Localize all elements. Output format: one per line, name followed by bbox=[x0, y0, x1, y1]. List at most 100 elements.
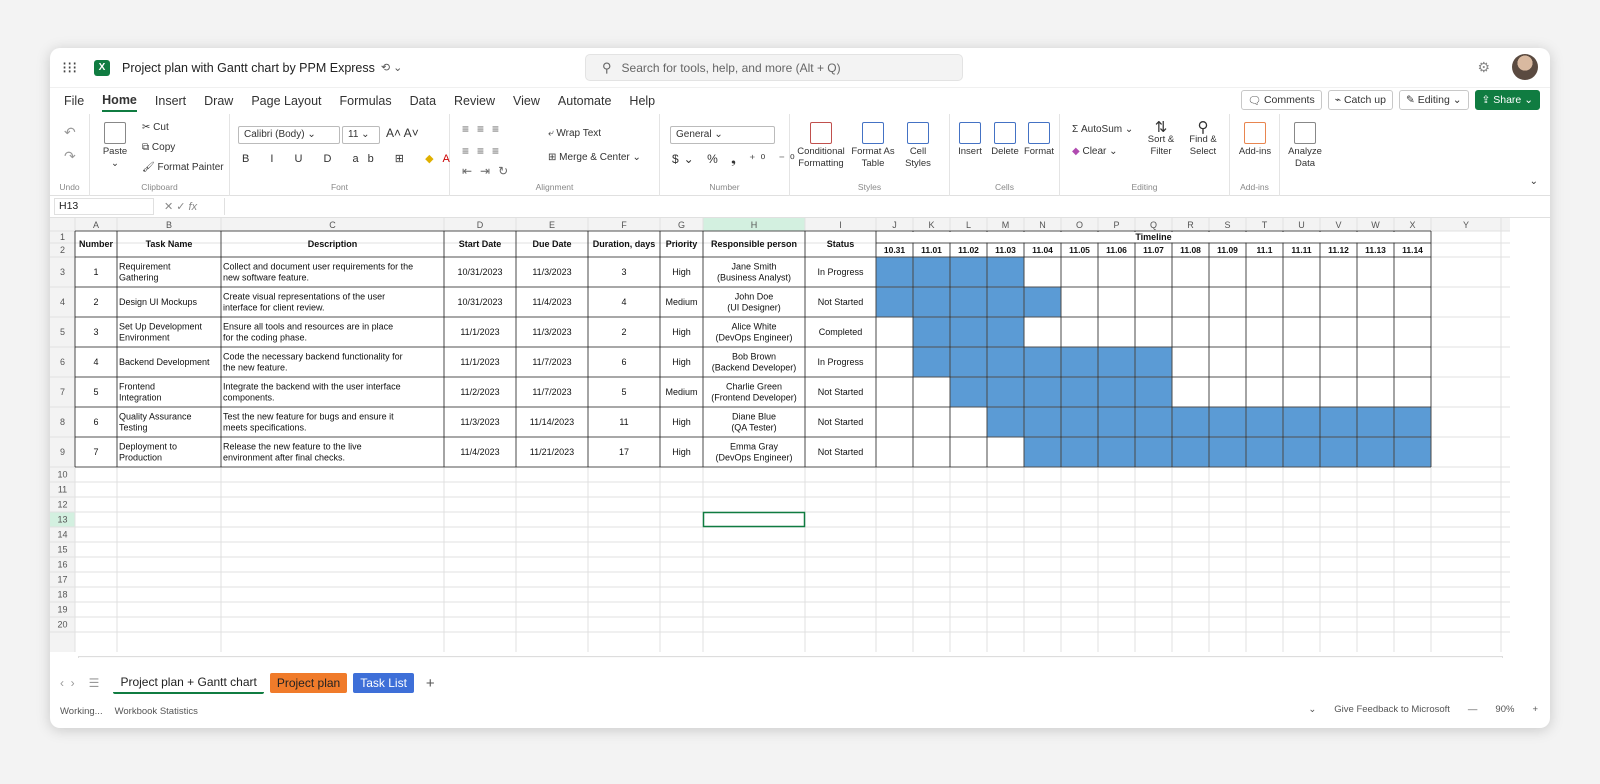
gantt-bar-cell[interactable] bbox=[950, 347, 987, 377]
gantt-bar-cell[interactable] bbox=[1320, 407, 1357, 437]
gantt-bar-cell[interactable] bbox=[876, 257, 913, 287]
analyze-data-button[interactable]: Analyze Data bbox=[1284, 122, 1326, 170]
gantt-bar-cell[interactable] bbox=[950, 287, 987, 317]
gantt-bar-cell[interactable] bbox=[1098, 347, 1135, 377]
sort-filter-button[interactable]: ⇅ Sort & Filter bbox=[1142, 120, 1180, 158]
font-size-select[interactable]: 11 ⌄ bbox=[342, 126, 380, 144]
gantt-bar-cell[interactable] bbox=[913, 317, 950, 347]
fx-icon[interactable]: ✕ ✓ fx bbox=[164, 200, 224, 213]
all-sheets-icon[interactable]: ☰ bbox=[89, 676, 100, 690]
gantt-bar-cell[interactable] bbox=[1024, 377, 1061, 407]
clear-button[interactable]: ◆ Clear ⌄ bbox=[1072, 146, 1118, 157]
gantt-bar-cell[interactable] bbox=[1024, 287, 1061, 317]
active-cell[interactable] bbox=[702, 511, 806, 528]
number-format-select[interactable]: General ⌄ bbox=[670, 126, 775, 144]
status-chevron-icon[interactable]: ⌄ bbox=[1308, 704, 1316, 715]
tab-project-plan[interactable]: Project plan bbox=[269, 673, 348, 693]
find-select-button[interactable]: ⚲ Find & Select bbox=[1182, 120, 1224, 158]
gantt-bar-cell[interactable] bbox=[1098, 407, 1135, 437]
font-name-select[interactable]: Calibri (Body) ⌄ bbox=[238, 126, 340, 144]
menu-home[interactable]: Home bbox=[102, 90, 137, 112]
undo-icon[interactable]: ↶ bbox=[64, 124, 76, 141]
editing-mode-button[interactable]: ✎ Editing ⌄ bbox=[1398, 90, 1469, 110]
gantt-bar-cell[interactable] bbox=[1283, 437, 1320, 467]
copy-button[interactable]: ⧉ Copy bbox=[142, 142, 175, 153]
share-button[interactable]: ⇪ Share ⌄ bbox=[1474, 90, 1540, 110]
menu-draw[interactable]: Draw bbox=[204, 91, 233, 111]
gantt-bar-cell[interactable] bbox=[1209, 437, 1246, 467]
format-as-table-button[interactable]: Format As Table bbox=[850, 122, 896, 170]
zoom-out-icon[interactable]: — bbox=[1468, 704, 1478, 715]
gantt-bar-cell[interactable] bbox=[913, 347, 950, 377]
gantt-bar-cell[interactable] bbox=[913, 257, 950, 287]
insert-cells-button[interactable]: Insert bbox=[954, 122, 986, 158]
menu-file[interactable]: File bbox=[64, 91, 84, 111]
menu-review[interactable]: Review bbox=[454, 91, 495, 111]
gantt-bar-cell[interactable] bbox=[1394, 407, 1431, 437]
horizontal-align-icons[interactable]: ≡≡≡ bbox=[462, 144, 507, 158]
gantt-bar-cell[interactable] bbox=[987, 317, 1024, 347]
redo-icon[interactable]: ↷ bbox=[64, 148, 76, 165]
gantt-bar-cell[interactable] bbox=[1098, 437, 1135, 467]
menu-view[interactable]: View bbox=[513, 91, 540, 111]
conditional-formatting-button[interactable]: Conditional Formatting bbox=[794, 122, 848, 170]
delete-cells-button[interactable]: Delete bbox=[988, 122, 1022, 158]
document-title[interactable]: Project plan with Gantt chart by PPM Exp… bbox=[122, 61, 375, 75]
comments-button[interactable]: 🗨 Comments bbox=[1240, 90, 1322, 110]
gantt-bar-cell[interactable] bbox=[1135, 377, 1172, 407]
sheet-nav-arrows[interactable]: ‹ › bbox=[60, 676, 75, 690]
wrap-text-button[interactable]: ⤶ Wrap Text bbox=[548, 128, 601, 139]
app-launcher-icon[interactable]: ⁝⁝⁝ bbox=[62, 58, 80, 78]
format-painter-button[interactable]: 🖌 Format Painter bbox=[142, 162, 224, 173]
addins-button[interactable]: Add-ins bbox=[1234, 122, 1276, 158]
gantt-bar-cell[interactable] bbox=[1357, 437, 1394, 467]
gantt-bar-cell[interactable] bbox=[1209, 407, 1246, 437]
gantt-bar-cell[interactable] bbox=[1246, 437, 1283, 467]
format-cells-button[interactable]: Format bbox=[1022, 122, 1056, 158]
vertical-align-icons[interactable]: ≡≡≡ bbox=[462, 122, 507, 136]
feedback-link[interactable]: Give Feedback to Microsoft bbox=[1334, 704, 1450, 715]
gantt-bar-cell[interactable] bbox=[876, 287, 913, 317]
tab-task-list[interactable]: Task List bbox=[353, 673, 414, 693]
autosum-button[interactable]: Σ AutoSum ⌄ bbox=[1072, 124, 1133, 135]
gantt-bar-cell[interactable] bbox=[1320, 437, 1357, 467]
menu-insert[interactable]: Insert bbox=[155, 91, 186, 111]
gantt-bar-cell[interactable] bbox=[1394, 437, 1431, 467]
gantt-bar-cell[interactable] bbox=[1357, 407, 1394, 437]
autosave-icon[interactable]: ⟲ ⌄ bbox=[381, 61, 403, 74]
gantt-bar-cell[interactable] bbox=[987, 407, 1024, 437]
menu-help[interactable]: Help bbox=[629, 91, 655, 111]
menu-data[interactable]: Data bbox=[410, 91, 436, 111]
gantt-bar-cell[interactable] bbox=[987, 287, 1024, 317]
cell-styles-button[interactable]: Cell Styles bbox=[898, 122, 938, 170]
avatar[interactable] bbox=[1512, 54, 1538, 80]
worksheet[interactable]: ABCDEFGHIJKLMNOPQRSTUVWXYZ12345678910111… bbox=[50, 218, 1550, 658]
number-format-icons[interactable]: $⌄ % ❟ ⁺⁰ ⁻⁰ bbox=[672, 152, 800, 167]
gantt-bar-cell[interactable] bbox=[1135, 347, 1172, 377]
gantt-bar-cell[interactable] bbox=[1172, 407, 1209, 437]
cut-button[interactable]: ✂ Cut bbox=[142, 122, 169, 133]
gantt-bar-cell[interactable] bbox=[1135, 437, 1172, 467]
gantt-bar-cell[interactable] bbox=[987, 257, 1024, 287]
gantt-bar-cell[interactable] bbox=[950, 377, 987, 407]
paste-button[interactable]: Paste ⌄ bbox=[98, 122, 132, 170]
gantt-bar-cell[interactable] bbox=[1024, 407, 1061, 437]
workbook-statistics[interactable]: Workbook Statistics bbox=[115, 706, 198, 717]
ribbon-expand-icon[interactable]: ⌄ bbox=[1530, 176, 1538, 187]
menu-automate[interactable]: Automate bbox=[558, 91, 612, 111]
gantt-bar-cell[interactable] bbox=[987, 377, 1024, 407]
catch-up-button[interactable]: ⌁ Catch up bbox=[1327, 90, 1393, 110]
gantt-bar-cell[interactable] bbox=[1061, 347, 1098, 377]
indent-icons[interactable]: ⇤⇥↻ bbox=[462, 164, 516, 178]
gantt-bar-cell[interactable] bbox=[1024, 437, 1061, 467]
gantt-bar-cell[interactable] bbox=[913, 287, 950, 317]
formula-input[interactable] bbox=[224, 198, 1530, 215]
menu-formulas[interactable]: Formulas bbox=[340, 91, 392, 111]
sheet-grid[interactable]: ABCDEFGHIJKLMNOPQRSTUVWXYZ12345678910111… bbox=[50, 218, 1510, 652]
menu-page-layout[interactable]: Page Layout bbox=[251, 91, 321, 111]
gantt-bar-cell[interactable] bbox=[1061, 407, 1098, 437]
name-box[interactable]: H13 bbox=[54, 198, 154, 215]
horizontal-scrollbar[interactable] bbox=[78, 656, 1503, 658]
zoom-level[interactable]: 90% bbox=[1495, 704, 1514, 715]
font-style-buttons[interactable]: B I U D ab ⊞ ◆A bbox=[242, 152, 459, 165]
